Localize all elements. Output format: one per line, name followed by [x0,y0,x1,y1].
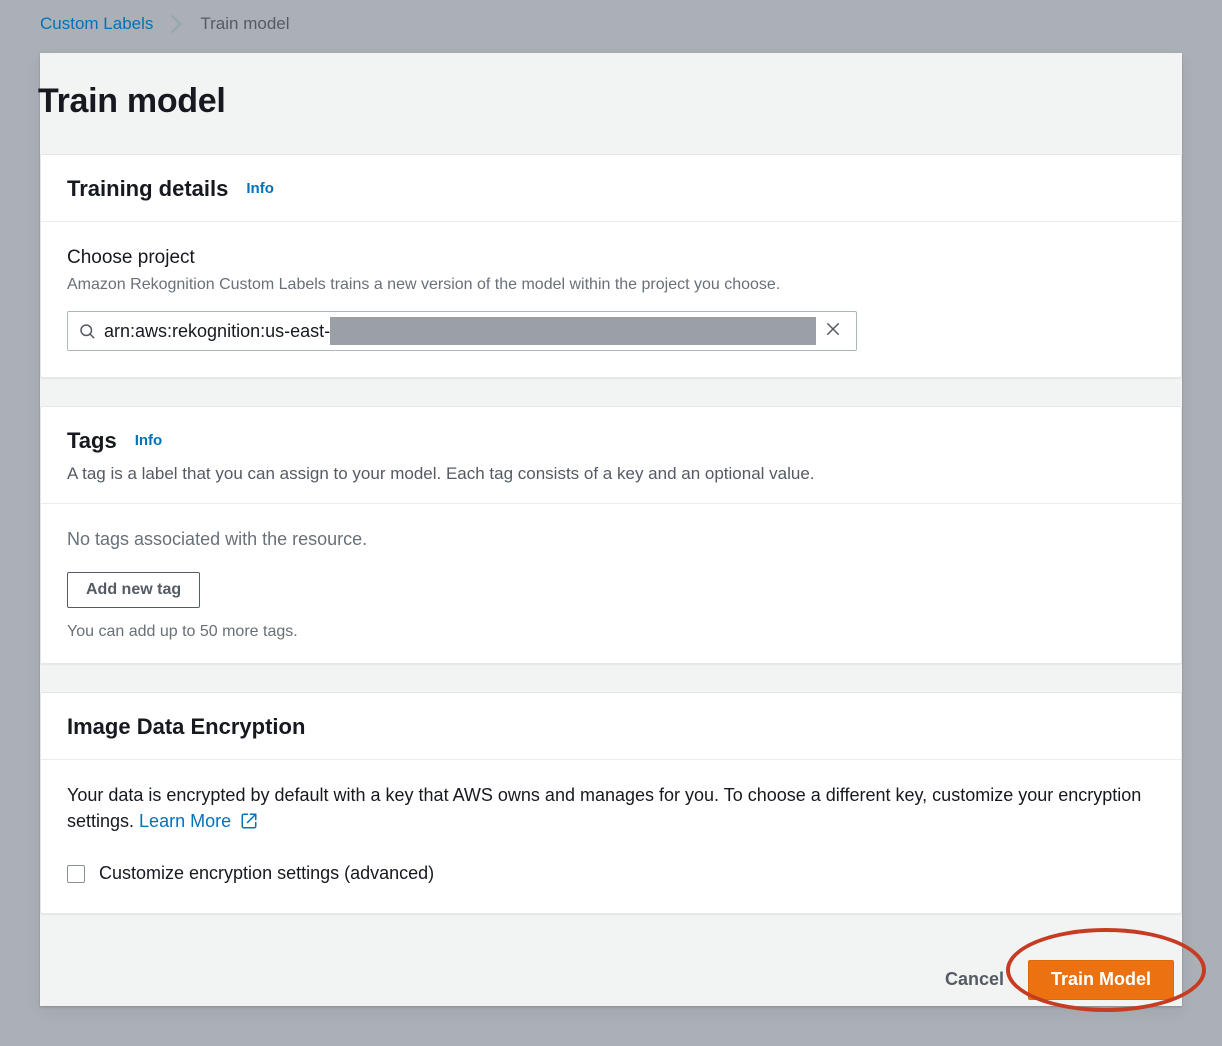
panel-encryption: Image Data Encryption Your data is encry… [40,692,1182,913]
tags-empty-text: No tags associated with the resource. [67,526,1155,552]
choose-project-input[interactable]: arn:aws:rekognition:us-east- [67,311,857,351]
project-arn-prefix: arn:aws:rekognition:us-east- [104,318,330,344]
choose-project-label: Choose project [67,244,1155,272]
add-new-tag-button[interactable]: Add new tag [67,572,200,608]
encryption-heading: Image Data Encryption [67,711,305,743]
training-details-info-link[interactable]: Info [246,178,274,200]
learn-more-label: Learn More [139,811,231,831]
encryption-description: Your data is encrypted by default with a… [67,782,1155,834]
project-arn-redacted [330,317,816,345]
main-container: Train model Training details Info Choose… [40,53,1182,1006]
tags-info-link[interactable]: Info [135,430,163,452]
search-icon [78,322,96,340]
breadcrumb-current: Train model [200,12,289,37]
encryption-learn-more-link[interactable]: Learn More [139,811,258,831]
panel-training-details: Training details Info Choose project Ama… [40,154,1182,378]
external-link-icon [240,812,258,830]
training-details-heading: Training details [67,173,228,205]
tags-description: A tag is a label that you can assign to … [67,462,1155,487]
customize-encryption-checkbox[interactable] [67,865,85,883]
tags-hint: You can add up to 50 more tags. [67,620,1155,643]
close-icon [824,320,842,341]
customize-encryption-checkbox-row[interactable]: Customize encryption settings (advanced) [67,860,1155,886]
choose-project-description: Amazon Rekognition Custom Labels trains … [67,273,1155,296]
tags-heading: Tags [67,425,117,457]
train-model-button[interactable]: Train Model [1028,960,1174,1000]
clear-project-button[interactable] [816,314,850,348]
breadcrumb-root-link[interactable]: Custom Labels [40,12,153,37]
panel-tags: Tags Info A tag is a label that you can … [40,406,1182,665]
chevron-right-icon [171,15,182,33]
customize-encryption-label: Customize encryption settings (advanced) [99,860,434,886]
footer-actions: Cancel Train Model [40,942,1182,1006]
breadcrumb: Custom Labels Train model [0,8,1222,53]
cancel-button[interactable]: Cancel [945,969,1004,990]
page-title: Train model [38,77,1154,126]
